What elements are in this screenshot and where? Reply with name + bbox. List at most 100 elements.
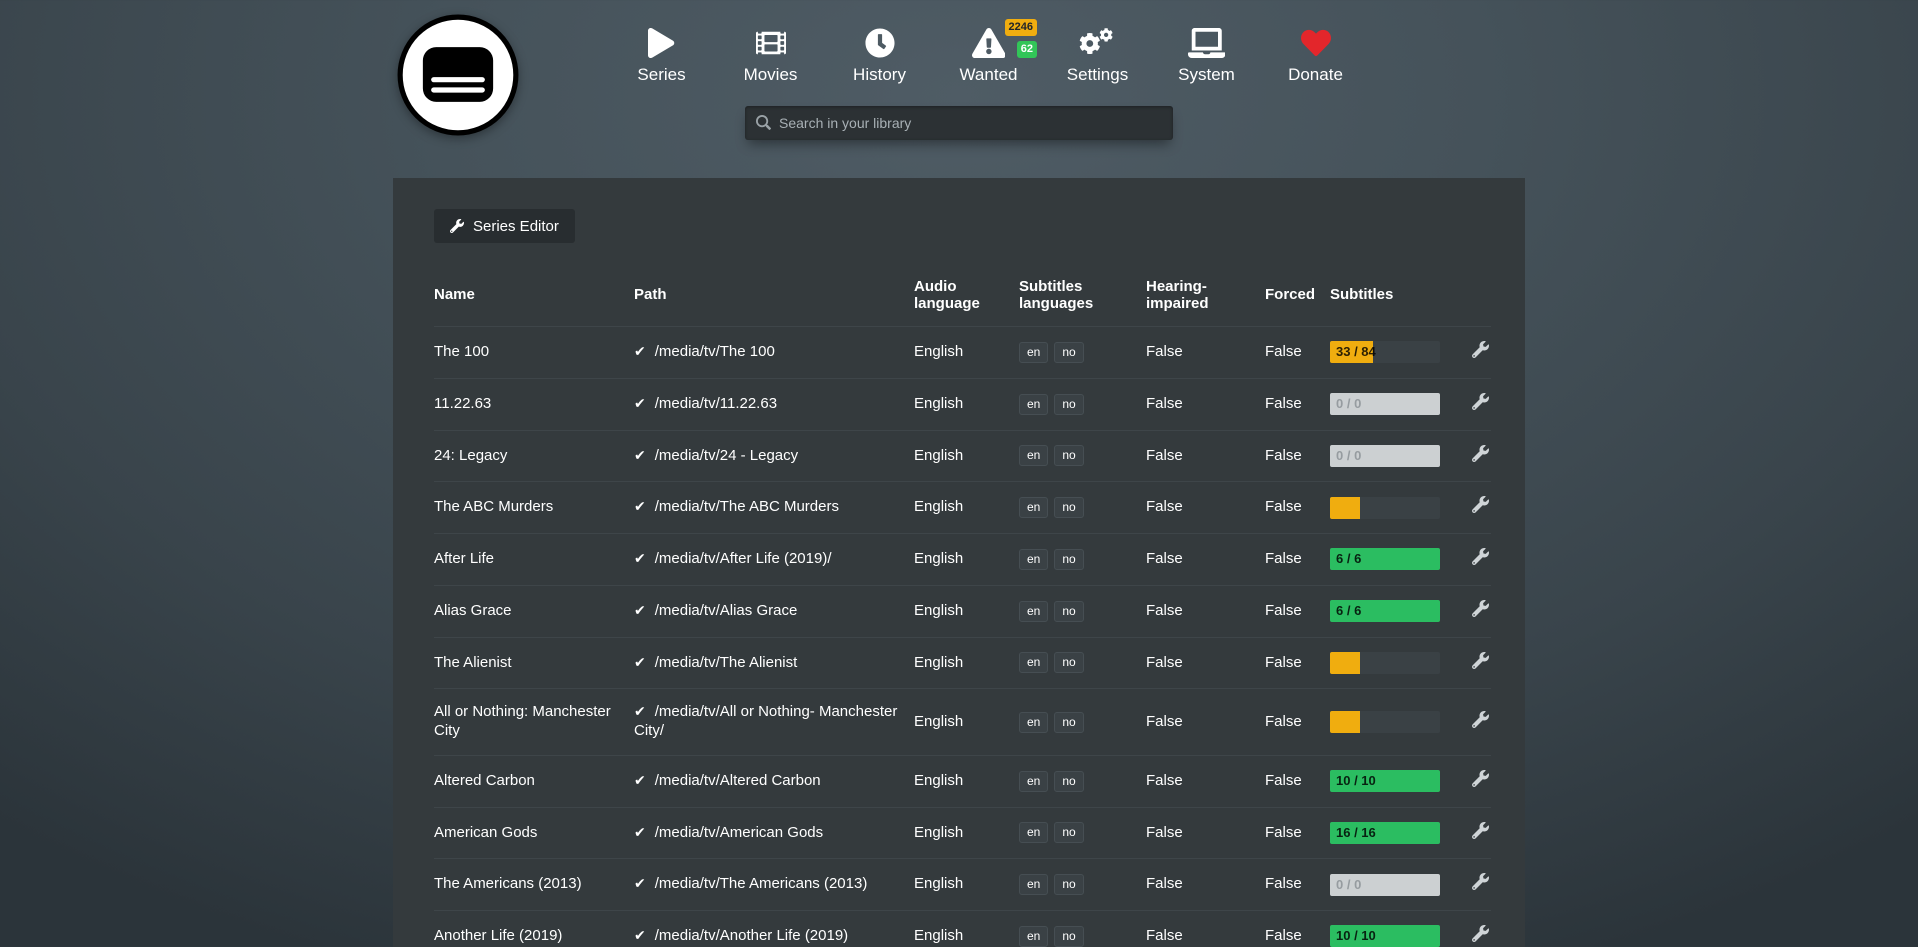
language-badge: no xyxy=(1054,394,1083,415)
audio-language-value: English xyxy=(914,534,1019,586)
nav-series[interactable]: Series xyxy=(607,26,716,85)
subtitles-progress-cell: 33 / 84 xyxy=(1330,327,1457,379)
series-name[interactable]: All or Nothing: Manchester City xyxy=(434,689,634,756)
wanted-badges: 2246 62 xyxy=(1005,19,1037,58)
subtitles-progress-bar: 33 / 84 xyxy=(1330,341,1440,363)
subtitles-progress-label: 33 / 84 xyxy=(1336,341,1376,363)
edit-series-button[interactable] xyxy=(1472,822,1489,845)
nav-wanted[interactable]: 2246 62 Wanted xyxy=(934,26,1043,85)
series-row: All or Nothing: Manchester City✔/media/t… xyxy=(434,689,1491,756)
warning-triangle-icon xyxy=(972,26,1006,58)
series-name[interactable]: The ABC Murders xyxy=(434,482,634,534)
series-name[interactable]: The Alienist xyxy=(434,637,634,689)
forced-value: False xyxy=(1265,534,1330,586)
subtitles-progress-bar: 10 / 10 xyxy=(1330,925,1440,947)
series-name[interactable]: Alias Grace xyxy=(434,585,634,637)
hearing-impaired-value: False xyxy=(1146,755,1265,807)
nav-donate-label: Donate xyxy=(1288,65,1343,85)
series-name[interactable]: After Life xyxy=(434,534,634,586)
language-badge: en xyxy=(1019,926,1048,947)
check-icon: ✔ xyxy=(634,927,646,943)
check-icon: ✔ xyxy=(634,875,646,891)
edit-series-button[interactable] xyxy=(1472,770,1489,793)
subtitles-languages-value: enno xyxy=(1019,755,1146,807)
nav-history[interactable]: History xyxy=(825,26,934,85)
forced-value: False xyxy=(1265,585,1330,637)
laptop-icon xyxy=(1188,26,1226,58)
column-header-subtitles-languages: Subtitles languages xyxy=(1019,271,1146,327)
subtitles-progress-label: 10 / 10 xyxy=(1336,770,1376,792)
audio-language-value: English xyxy=(914,755,1019,807)
nav-settings-label: Settings xyxy=(1067,65,1128,85)
series-name[interactable]: American Gods xyxy=(434,807,634,859)
edit-series-button[interactable] xyxy=(1472,925,1489,947)
nav-donate[interactable]: Donate xyxy=(1261,26,1370,85)
subtitles-progress-bar: 6 / 6 xyxy=(1330,600,1440,622)
series-name[interactable]: Altered Carbon xyxy=(434,755,634,807)
app-logo[interactable] xyxy=(396,13,520,137)
series-path: ✔/media/tv/Altered Carbon xyxy=(634,755,914,807)
subtitles-progress-cell: 0 / 0 xyxy=(1330,430,1457,482)
language-badge: no xyxy=(1054,822,1083,843)
series-name[interactable]: The 100 xyxy=(434,327,634,379)
check-icon: ✔ xyxy=(634,602,646,618)
column-header-hearing-impaired: Hearing-impaired xyxy=(1146,271,1265,327)
edit-series-button[interactable] xyxy=(1472,548,1489,571)
forced-value: False xyxy=(1265,755,1330,807)
audio-language-value: English xyxy=(914,430,1019,482)
check-icon: ✔ xyxy=(634,447,646,463)
subtitles-progress-cell: 6 / 6 xyxy=(1330,585,1457,637)
language-badge: no xyxy=(1054,445,1083,466)
language-badge: no xyxy=(1054,342,1083,363)
series-name[interactable]: The Americans (2013) xyxy=(434,859,634,911)
edit-series-button[interactable] xyxy=(1472,393,1489,416)
series-path: ✔/media/tv/Another Life (2019) xyxy=(634,911,914,947)
subtitles-languages-value: enno xyxy=(1019,911,1146,947)
audio-language-value: English xyxy=(914,859,1019,911)
nav-system[interactable]: System xyxy=(1152,26,1261,85)
subtitles-progress-label: 0 / 0 xyxy=(1336,445,1361,467)
forced-value: False xyxy=(1265,911,1330,947)
subtitles-progress-label: 6 / 6 xyxy=(1336,548,1361,570)
series-name[interactable]: Another Life (2019) xyxy=(434,911,634,947)
subtitles-progress-bar xyxy=(1330,652,1440,674)
check-icon: ✔ xyxy=(634,703,646,719)
wanted-badge-yellow: 2246 xyxy=(1005,19,1037,36)
series-row: Another Life (2019)✔/media/tv/Another Li… xyxy=(434,911,1491,947)
audio-language-value: English xyxy=(914,585,1019,637)
subtitles-progress-cell xyxy=(1330,689,1457,756)
edit-series-button[interactable] xyxy=(1472,341,1489,364)
edit-series-button[interactable] xyxy=(1472,496,1489,519)
edit-series-button[interactable] xyxy=(1472,600,1489,623)
language-badge: en xyxy=(1019,549,1048,570)
edit-series-button[interactable] xyxy=(1472,445,1489,468)
edit-series-button[interactable] xyxy=(1472,711,1489,734)
search-input[interactable] xyxy=(745,106,1173,140)
column-header-audio-language: Audio language xyxy=(914,271,1019,327)
language-badge: en xyxy=(1019,601,1048,622)
play-icon xyxy=(648,26,674,58)
subtitles-progress-label: 16 / 16 xyxy=(1336,822,1376,844)
check-icon: ✔ xyxy=(634,395,646,411)
nav-movies[interactable]: Movies xyxy=(716,26,825,85)
clock-icon xyxy=(865,26,895,58)
series-name[interactable]: 11.22.63 xyxy=(434,378,634,430)
series-path: ✔/media/tv/24 - Legacy xyxy=(634,430,914,482)
language-badge: no xyxy=(1054,874,1083,895)
nav-settings[interactable]: Settings xyxy=(1043,26,1152,85)
column-header-forced: Forced xyxy=(1265,271,1330,327)
content-panel: Series Editor Name Path Audio language S… xyxy=(393,178,1525,947)
series-editor-button[interactable]: Series Editor xyxy=(434,209,575,243)
subtitles-progress-cell: 0 / 0 xyxy=(1330,378,1457,430)
forced-value: False xyxy=(1265,689,1330,756)
edit-series-button[interactable] xyxy=(1472,652,1489,675)
subtitles-progress-bar: 0 / 0 xyxy=(1330,393,1440,415)
column-header-actions xyxy=(1457,271,1491,327)
series-row: The Alienist✔/media/tv/The AlienistEngli… xyxy=(434,637,1491,689)
series-editor-label: Series Editor xyxy=(473,218,559,235)
language-badge: en xyxy=(1019,652,1048,673)
series-name[interactable]: 24: Legacy xyxy=(434,430,634,482)
edit-series-button[interactable] xyxy=(1472,873,1489,896)
subtitles-progress-cell xyxy=(1330,637,1457,689)
audio-language-value: English xyxy=(914,807,1019,859)
